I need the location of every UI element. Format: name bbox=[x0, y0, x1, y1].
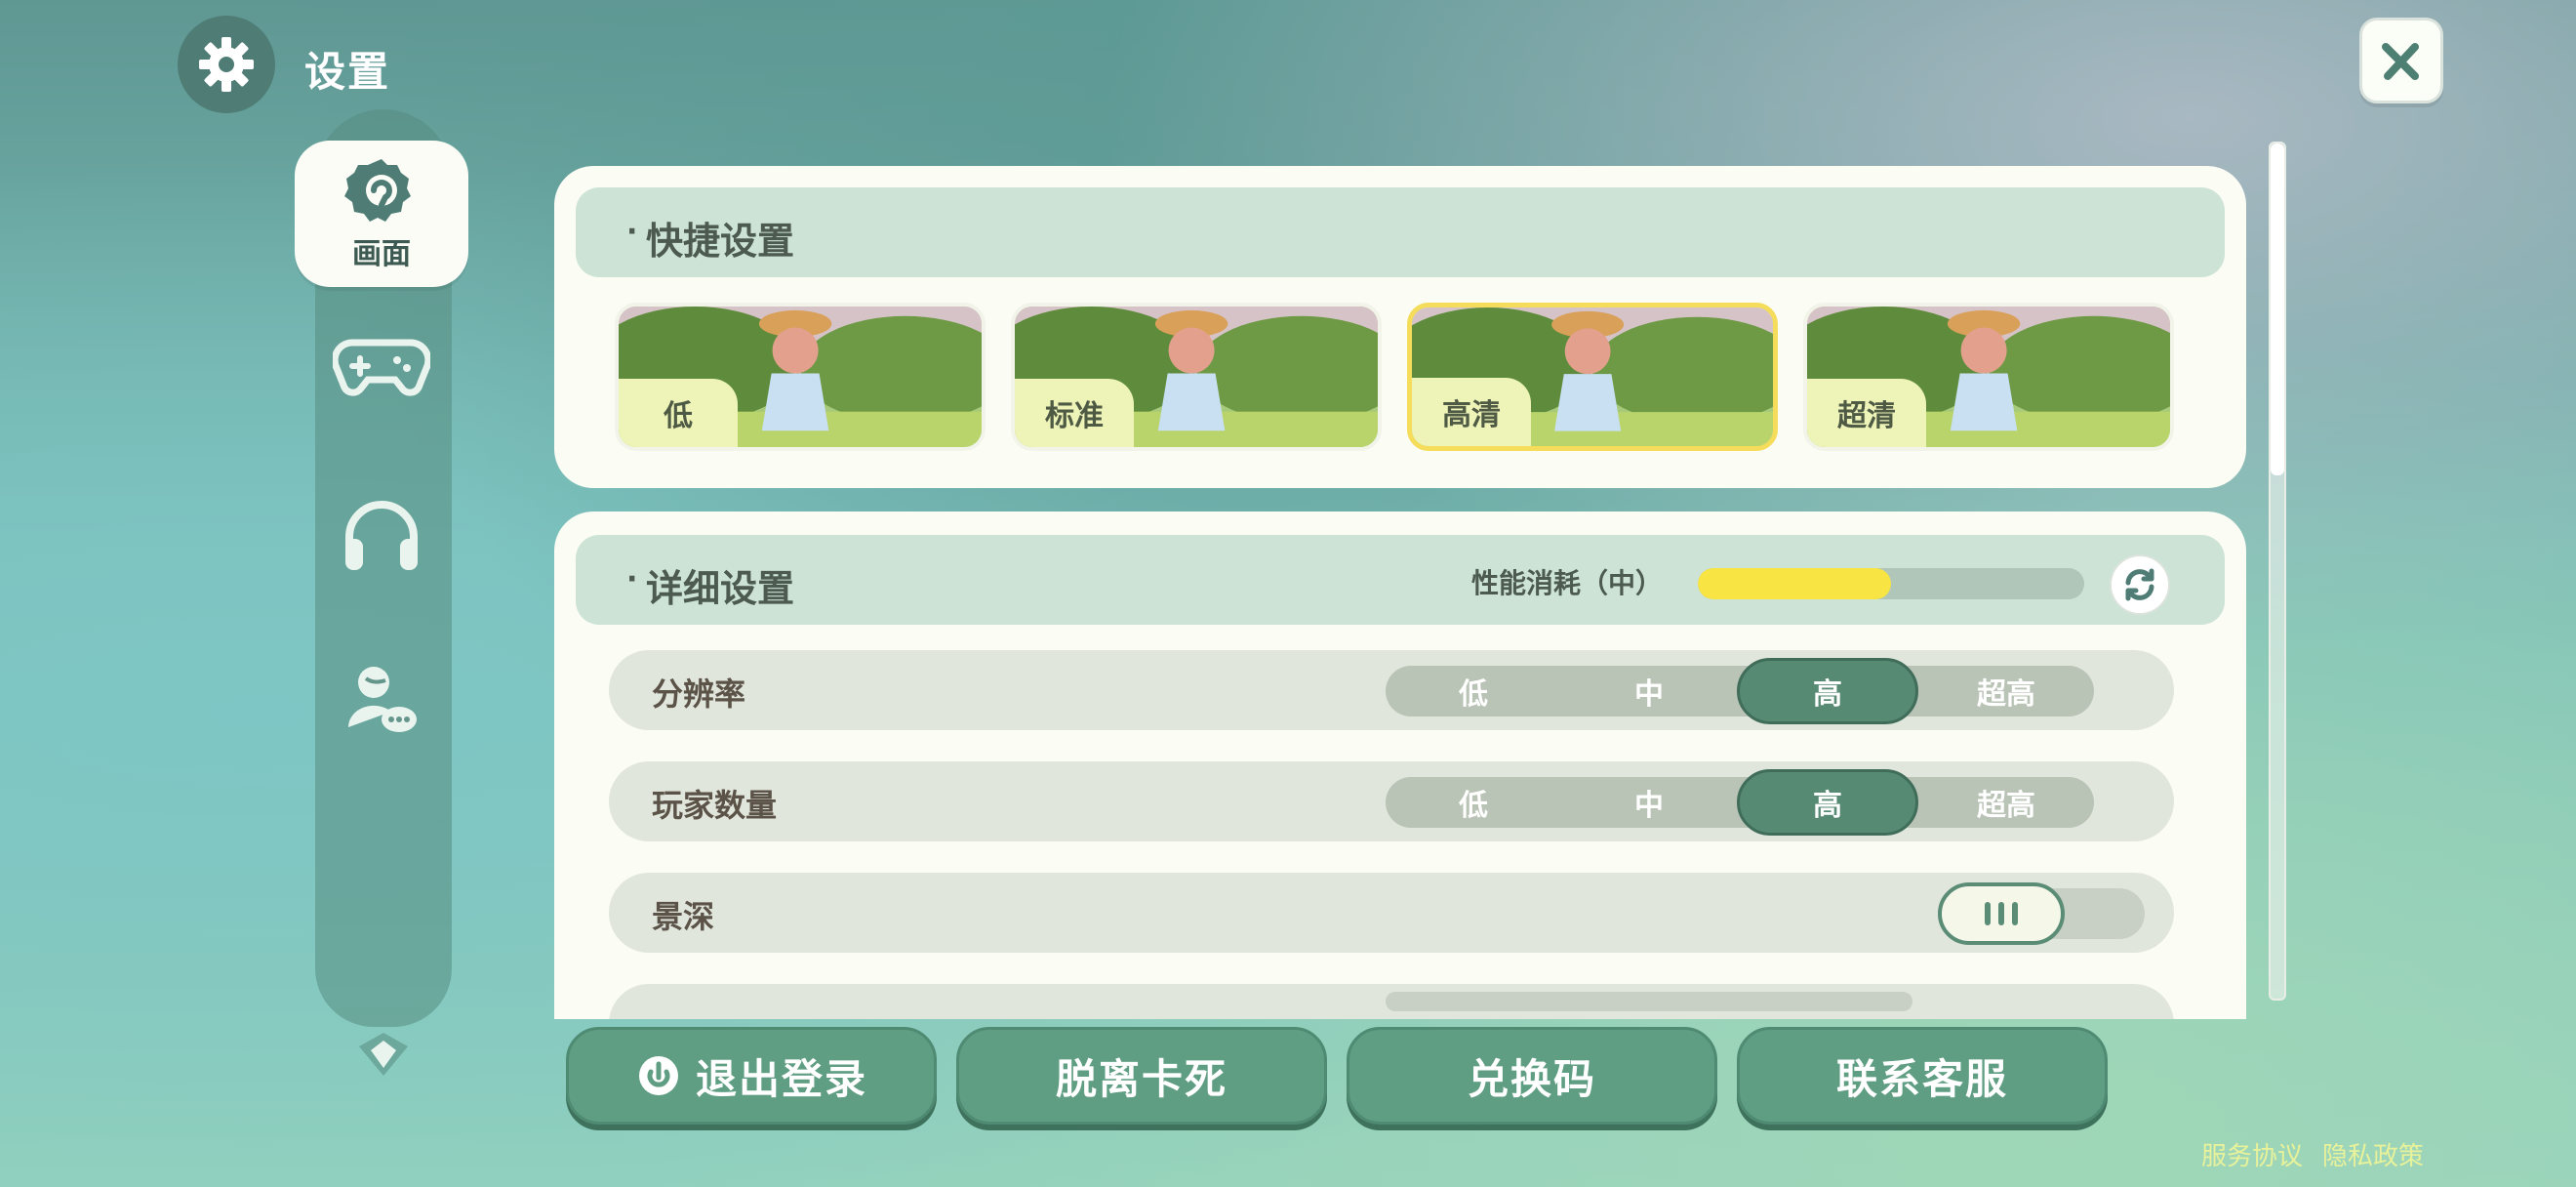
resolution-row: 分辨率 低 中 高 超高 bbox=[609, 650, 2174, 730]
preset-label: 标准 bbox=[1015, 379, 1134, 447]
player-count-label: 玩家数量 bbox=[652, 787, 778, 824]
partial-slider[interactable] bbox=[1386, 992, 1912, 1011]
preset-standard[interactable]: 标准 bbox=[1011, 303, 1382, 451]
detail-settings-title: 详细设置 bbox=[646, 567, 795, 610]
bullet-icon: · bbox=[626, 562, 638, 596]
detail-settings-panel: · 详细设置 性能消耗（中） 分辨率 低 中 高 超高 玩家数量 低 中 高 超… bbox=[554, 512, 2246, 1019]
detail-settings-header: · 详细设置 性能消耗（中） bbox=[576, 535, 2225, 625]
logout-label: 退出登录 bbox=[695, 1054, 867, 1103]
refresh-icon bbox=[2125, 568, 2154, 601]
social-icon bbox=[347, 667, 417, 732]
display-icon bbox=[344, 159, 411, 222]
player-count-option-medium[interactable]: 中 bbox=[1561, 777, 1737, 828]
quick-settings-panel: · 快捷设置 低 标准 高清 超清 bbox=[554, 166, 2246, 488]
preset-ultra[interactable]: 超清 bbox=[1803, 303, 2174, 451]
close-icon bbox=[2382, 43, 2419, 80]
close-button[interactable] bbox=[2359, 18, 2443, 103]
quick-settings-header: · 快捷设置 bbox=[576, 187, 2225, 277]
preset-low[interactable]: 低 bbox=[615, 303, 986, 451]
settings-gear-icon bbox=[178, 16, 275, 113]
bullet-icon: · bbox=[626, 215, 638, 249]
unstuck-button[interactable]: 脱离卡死 bbox=[956, 1027, 1327, 1125]
depth-of-field-row: 景深 bbox=[609, 873, 2174, 953]
player-count-option-high[interactable]: 高 bbox=[1737, 769, 1918, 836]
footer-links: 服务协议 隐私政策 bbox=[2201, 1136, 2424, 1172]
preset-hd[interactable]: 高清 bbox=[1407, 303, 1778, 451]
player-count-option-ultra[interactable]: 超高 bbox=[1918, 777, 2094, 828]
reset-button[interactable] bbox=[2110, 554, 2170, 615]
sidebar-item-display[interactable]: 画面 bbox=[295, 141, 468, 287]
sidebar-item-audio[interactable] bbox=[295, 463, 468, 609]
toggle-knob[interactable] bbox=[1938, 882, 2065, 945]
gamepad-icon bbox=[333, 339, 430, 396]
preset-label: 高清 bbox=[1412, 378, 1531, 446]
performance-meter bbox=[1698, 568, 2084, 599]
preset-label: 低 bbox=[619, 379, 738, 447]
player-count-row: 玩家数量 低 中 高 超高 bbox=[609, 761, 2174, 841]
resolution-option-ultra[interactable]: 超高 bbox=[1918, 666, 2094, 716]
sidebar-end-ornament-icon bbox=[359, 1033, 408, 1076]
resolution-option-medium[interactable]: 中 bbox=[1561, 666, 1737, 716]
player-count-option-low[interactable]: 低 bbox=[1386, 777, 1561, 828]
resolution-option-high[interactable]: 高 bbox=[1737, 658, 1918, 724]
privacy-link[interactable]: 隐私政策 bbox=[2322, 1136, 2424, 1172]
terms-link[interactable]: 服务协议 bbox=[2201, 1136, 2303, 1172]
resolution-selector: 低 中 高 超高 bbox=[1386, 658, 2094, 724]
performance-label: 性能消耗（中） bbox=[1471, 567, 1664, 599]
sidebar-item-label: 画面 bbox=[352, 237, 411, 271]
contact-support-button[interactable]: 联系客服 bbox=[1737, 1027, 2108, 1125]
scrollbar-thumb[interactable] bbox=[2271, 143, 2284, 475]
preset-label: 超清 bbox=[1807, 379, 1926, 447]
quick-settings-title: 快捷设置 bbox=[646, 220, 795, 263]
depth-of-field-toggle[interactable] bbox=[1938, 882, 2145, 945]
sidebar-item-controls[interactable] bbox=[295, 293, 468, 439]
headphones-icon bbox=[345, 501, 418, 570]
sidebar-item-social[interactable] bbox=[295, 625, 468, 771]
page-title: 设置 bbox=[304, 48, 391, 96]
scrollbar[interactable] bbox=[2269, 142, 2286, 1001]
power-icon bbox=[638, 1056, 678, 1095]
next-setting-row bbox=[609, 984, 2174, 1019]
performance-meter-fill bbox=[1698, 568, 1891, 599]
redeem-code-label: 兑换码 bbox=[1467, 1054, 1596, 1103]
player-count-selector: 低 中 高 超高 bbox=[1386, 769, 2094, 836]
resolution-label: 分辨率 bbox=[652, 675, 746, 713]
contact-support-label: 联系客服 bbox=[1835, 1054, 2008, 1103]
depth-of-field-label: 景深 bbox=[652, 898, 715, 935]
redeem-code-button[interactable]: 兑换码 bbox=[1347, 1027, 1717, 1125]
resolution-option-low[interactable]: 低 bbox=[1386, 666, 1561, 716]
unstuck-label: 脱离卡死 bbox=[1055, 1054, 1228, 1103]
logout-button[interactable]: 退出登录 bbox=[566, 1027, 937, 1125]
